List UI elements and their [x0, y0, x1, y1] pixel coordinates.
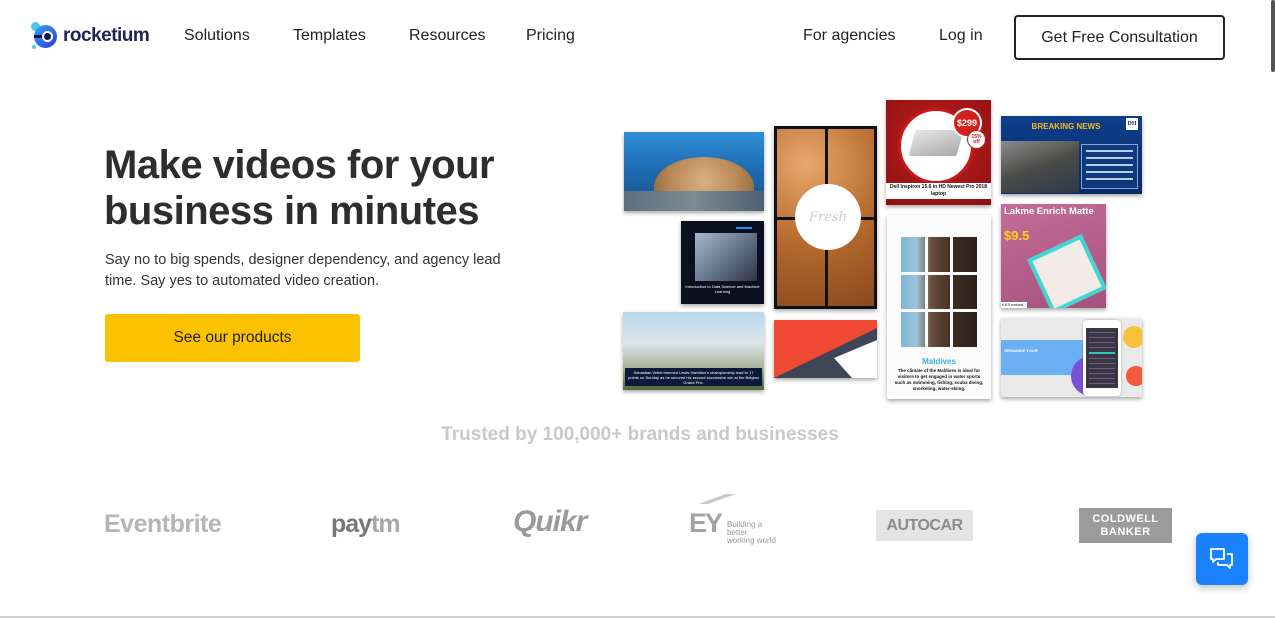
rocketium-logo-icon — [31, 22, 59, 50]
nav-resources[interactable]: Resources — [409, 27, 485, 45]
grid-divider — [901, 309, 977, 312]
decor-circle — [1123, 326, 1142, 348]
chat-widget-button[interactable] — [1196, 533, 1248, 585]
get-free-consultation-button[interactable]: Get Free Consultation — [1014, 15, 1225, 60]
phone-mockup — [1083, 320, 1121, 396]
template-thumbnail-bread[interactable]: Fresh — [774, 126, 877, 309]
event-caption: Introduction to Data Science and Machine… — [685, 284, 760, 294]
grid-divider — [901, 272, 977, 275]
template-thumbnail-geometric[interactable] — [774, 320, 877, 378]
see-our-products-button[interactable]: See our products — [105, 314, 360, 362]
news-headline: BREAKING NEWS — [1031, 122, 1101, 131]
hero-title: Make videos for your business in minutes — [104, 142, 544, 234]
news-logo: DH — [1126, 118, 1138, 130]
paytm-tm: tm — [371, 510, 401, 538]
geometric-shapes — [774, 328, 877, 378]
ey-beam-icon — [695, 494, 735, 504]
banker-text: BANKER — [1100, 525, 1151, 538]
paytm-pay: pay — [331, 510, 372, 538]
product-caption: Dell Inspiron 15.6 in HD Newest Pro 2018… — [886, 183, 991, 199]
scrollbar-thumb[interactable] — [1271, 0, 1275, 72]
maldives-title: Maldives — [922, 357, 956, 366]
nav-for-agencies[interactable]: For agencies — [803, 27, 896, 45]
news-text-box — [1081, 144, 1138, 189]
grid-divider — [950, 237, 953, 347]
nav-log-in[interactable]: Log in — [939, 27, 983, 45]
brand-name: rocketium — [63, 25, 150, 46]
rocks-image — [624, 191, 764, 211]
template-thumbnail-maldives[interactable]: Maldives The climate of the Maldives is … — [887, 215, 991, 399]
brand-logo[interactable]: rocketium — [31, 22, 150, 50]
quikr-logo: Quikr — [513, 505, 587, 538]
coldwell-text: COLDWELL — [1092, 512, 1159, 525]
decor-circle — [1126, 366, 1142, 386]
nav-pricing[interactable]: Pricing — [526, 27, 575, 45]
template-thumbnail-organize-app[interactable]: ORGANIZE YOUR — [1001, 318, 1142, 397]
nav-solutions[interactable]: Solutions — [184, 27, 250, 45]
nav-templates[interactable]: Templates — [293, 27, 366, 45]
template-thumbnail-lakme[interactable]: Lakme Enrich Matte $9.5 KKS natural — [1001, 204, 1106, 308]
news-photo — [1001, 141, 1079, 193]
coldwell-banker-logo: COLDWELL BANKER — [1079, 508, 1172, 543]
maldives-photo — [901, 237, 977, 347]
eventbrite-logo: Eventbrite — [104, 510, 222, 538]
template-thumbnail-field-news[interactable]: Sebastian Vettel trimmed Lewis Hamilton'… — [623, 312, 764, 390]
template-thumbnail-coral-reef[interactable] — [624, 132, 764, 211]
ey-tagline: Building a better working world — [727, 520, 776, 545]
ey-logo: EY Building a better working world — [689, 494, 789, 545]
accent-bar — [736, 227, 752, 229]
brand-tag: KKS natural — [1001, 302, 1027, 308]
paytm-logo: paytm — [331, 510, 401, 539]
chat-bubbles-icon — [1210, 548, 1233, 569]
scrollbar[interactable] — [1271, 0, 1275, 108]
template-thumbnail-breaking-news[interactable]: BREAKING NEWS DH — [1001, 116, 1142, 194]
hero-title-line-2: business in minutes — [104, 189, 480, 233]
news-caption: Sebastian Vettel trimmed Lewis Hamilton'… — [625, 368, 762, 386]
fresh-text: Fresh — [809, 209, 847, 225]
product-name: Lakme Enrich Matte — [1004, 206, 1094, 217]
trusted-heading: Trusted by 100,000+ brands and businesse… — [441, 424, 839, 445]
banner-text: ORGANIZE YOUR — [1004, 348, 1038, 353]
autocar-logo: AUTOCAR — [876, 510, 973, 541]
hero-subtitle: Say no to big spends, designer dependenc… — [105, 252, 501, 289]
discount-badge: 15% off — [967, 130, 986, 149]
template-thumbnail-dell-laptop[interactable]: $299 15% off Dell Inspiron 15.6 in HD Ne… — [886, 100, 991, 205]
laptop-image — [908, 130, 964, 156]
presenter-photo — [695, 233, 757, 281]
hero-title-line-1: Make videos for your — [104, 143, 495, 187]
grid-divider — [925, 237, 928, 347]
top-navigation: rocketium Solutions Templates Resources … — [0, 0, 1275, 74]
maldives-description: The climate of the Maldives is ideal for… — [894, 368, 984, 391]
phone-screen — [1086, 328, 1118, 388]
product-price: $9.5 — [1004, 228, 1030, 243]
fresh-badge: Fresh — [795, 184, 861, 250]
template-thumbnail-data-science[interactable]: Introduction to Data Science and Machine… — [681, 221, 764, 304]
product-frame — [1027, 234, 1106, 308]
ey-wordmark: EY — [689, 508, 723, 538]
